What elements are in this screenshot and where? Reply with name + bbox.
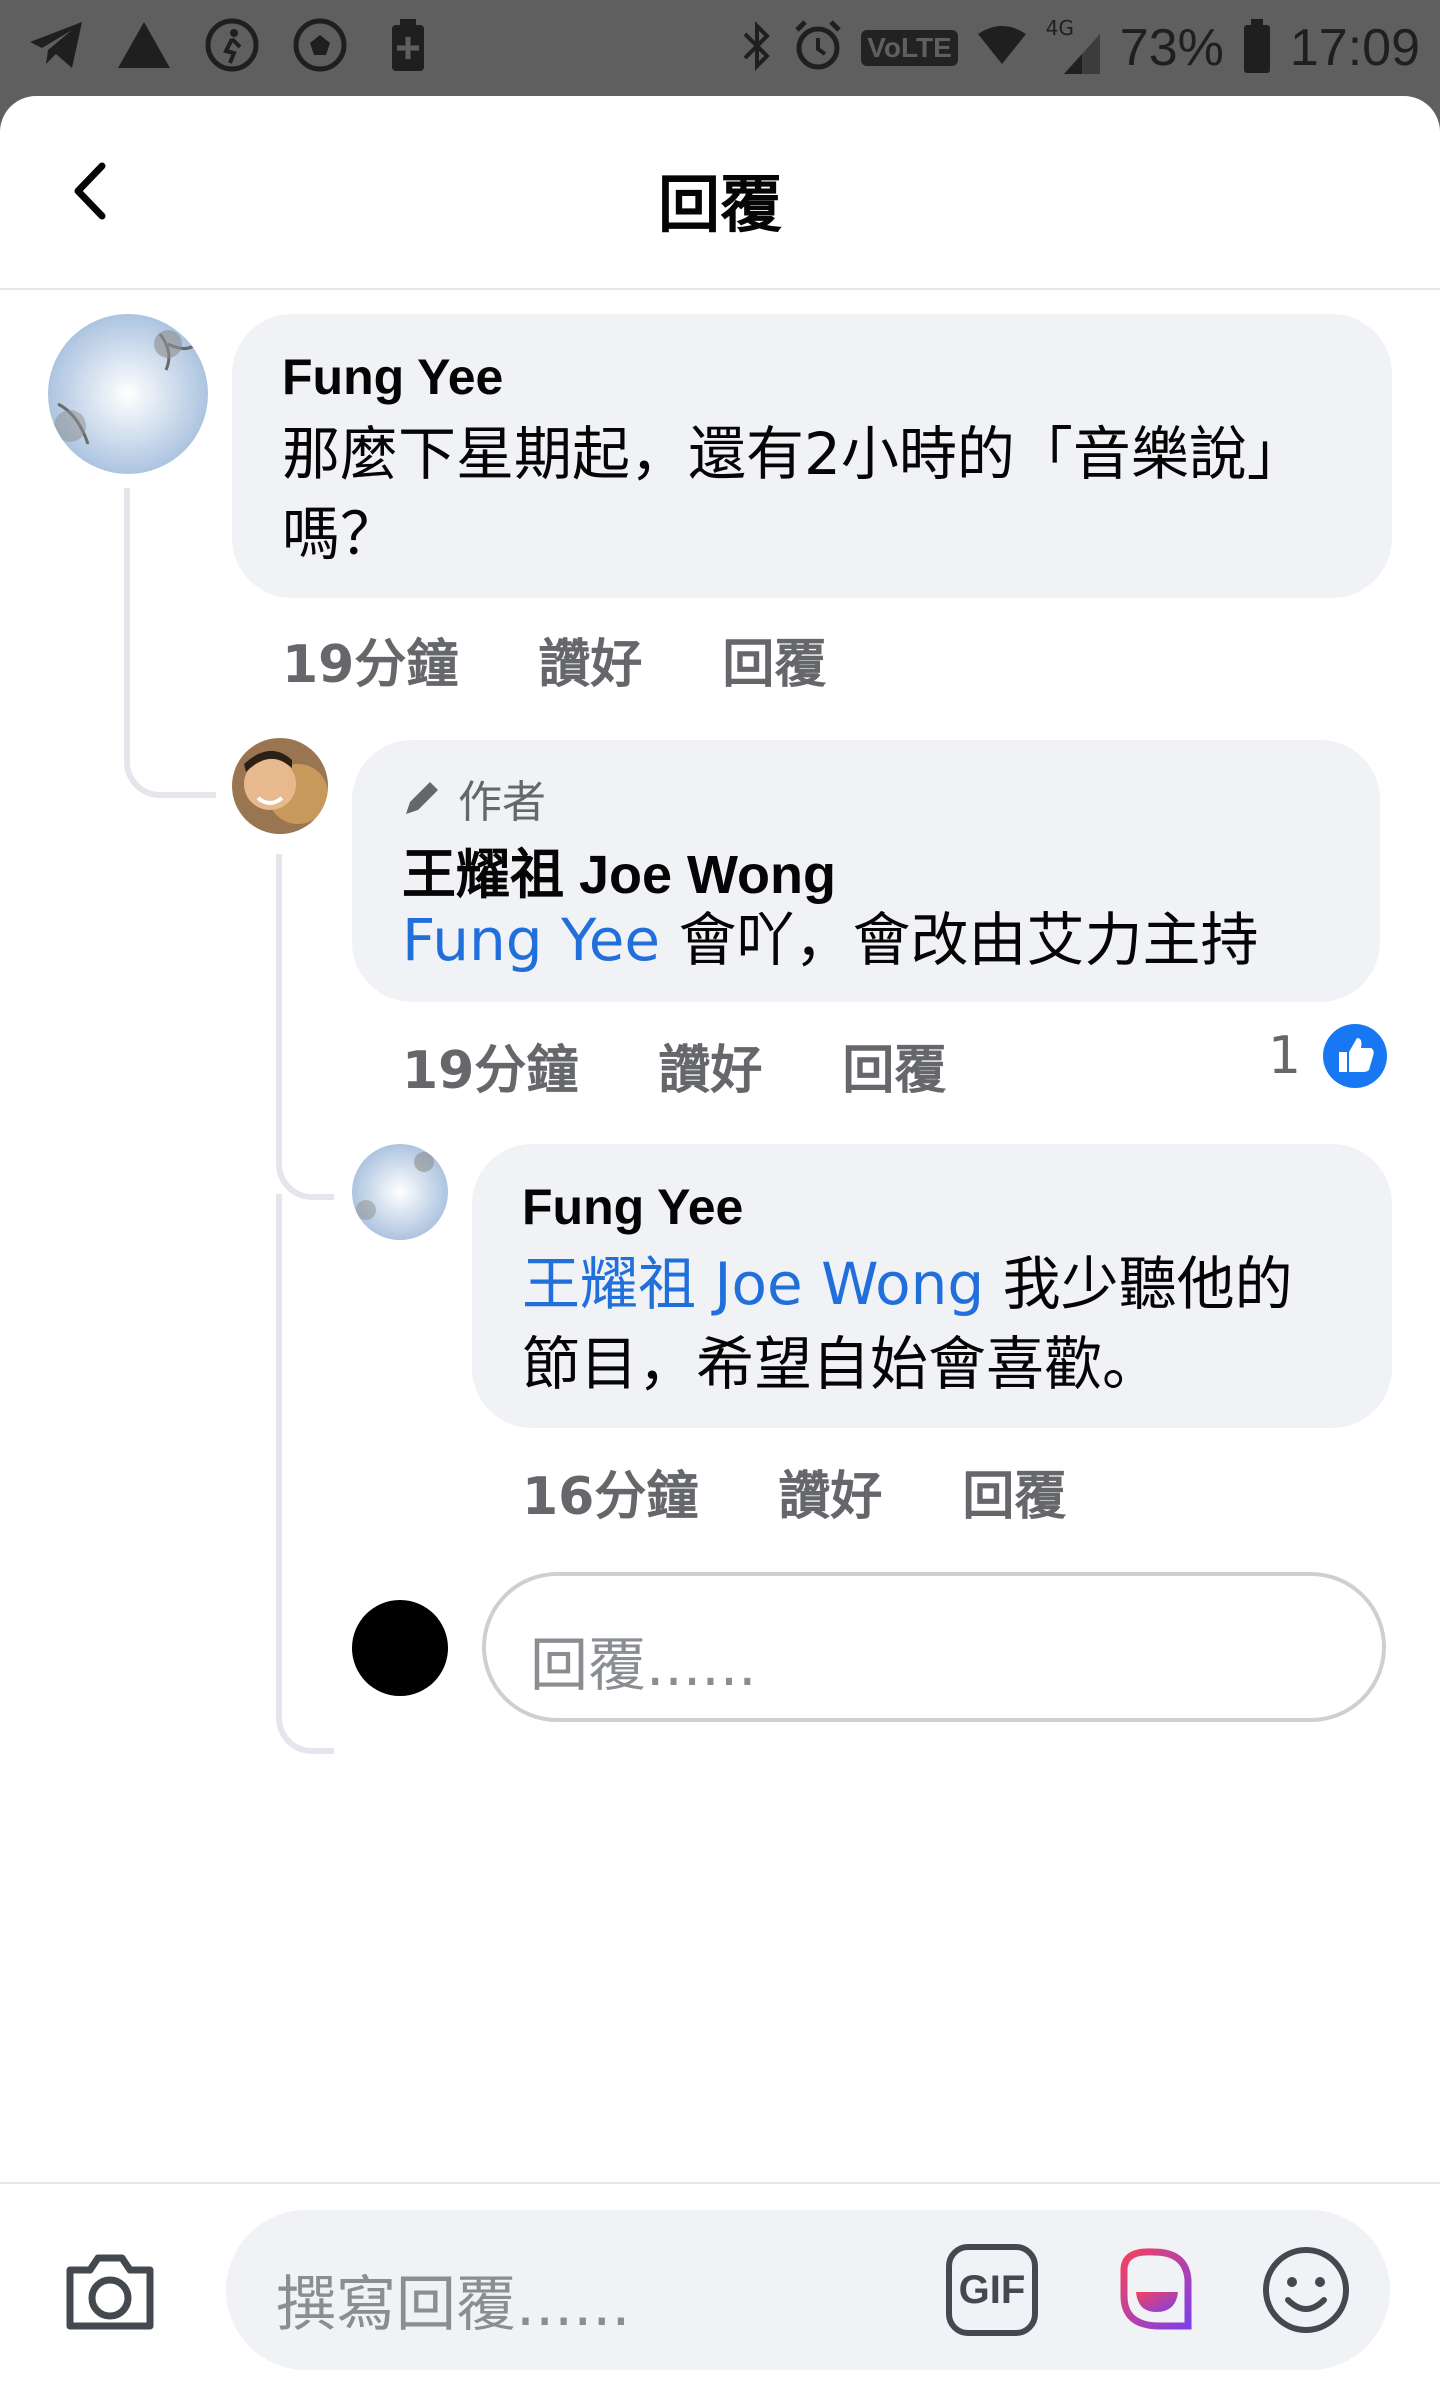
comment-text: Fung Yee 會吖，會改由艾力主持 [402, 900, 1372, 980]
comment-author[interactable]: 王耀祖 Joe Wong [402, 830, 836, 909]
user-avatar [352, 1600, 448, 1696]
avatar[interactable] [232, 738, 328, 834]
gif-label: GIF [958, 2267, 1026, 2312]
comment-time: 16分鐘 [522, 1467, 699, 1527]
comment-meta: 16分鐘 讚好 回覆 [522, 1454, 1066, 1529]
comment-body: 會吖，會改由艾力主持 [660, 906, 1259, 974]
thread-connector [124, 488, 216, 798]
comment-time: 19分鐘 [402, 1041, 579, 1101]
author-badge: 作者 [400, 766, 546, 830]
comment-time: 19分鐘 [282, 635, 459, 695]
avatar-sticker-icon [1120, 2248, 1192, 2330]
reaction-summary[interactable]: 1 [1268, 1022, 1389, 1090]
pedometer-icon [202, 14, 262, 76]
smiley-icon [1263, 2247, 1349, 2333]
mention-link[interactable]: 王耀祖 Joe Wong [522, 1250, 984, 1318]
thread-connector [276, 1194, 334, 1754]
battery-saver-icon [378, 14, 438, 76]
gif-button[interactable]: GIF [946, 2244, 1038, 2336]
like-reaction-icon [1323, 1024, 1388, 1088]
comment-meta: 19分鐘 讚好 回覆 [282, 622, 826, 697]
compose-placeholder: 撰寫回覆...... [276, 2270, 631, 2340]
replies-sheet: 回覆 Fung Yee 那麼下星期起，還有2小時的「音樂說」嗎？ 19分鐘 讚好… [0, 96, 1440, 2394]
football-icon [290, 14, 350, 76]
comment-text: 王耀祖 Joe Wong 我少聽他的節目，希望自始會喜歡。 [522, 1244, 1302, 1404]
mention-link[interactable]: Fung Yee [402, 906, 660, 974]
comment-bubble[interactable]: Fung Yee 王耀祖 Joe Wong 我少聽他的節目，希望自始會喜歡。 [472, 1144, 1392, 1428]
avatar-sticker-button[interactable] [1104, 2240, 1204, 2340]
wifi-icon [976, 26, 1028, 70]
battery-icon [1242, 17, 1272, 79]
battery-percent: 73% [1119, 19, 1224, 77]
camera-icon [66, 2254, 154, 2330]
reply-input[interactable]: 回覆...... [482, 1572, 1386, 1722]
alarm-icon [793, 18, 843, 78]
comment-author[interactable]: Fung Yee [282, 348, 503, 406]
composer-bar: 撰寫回覆...... GIF [0, 2182, 1440, 2394]
status-bar: VoLTE 4G 73% 17:09 [0, 0, 1440, 96]
emoji-button[interactable] [1256, 2240, 1356, 2340]
comment-bubble[interactable]: 作者 王耀祖 Joe Wong Fung Yee 會吖，會改由艾力主持 [352, 740, 1380, 1002]
bluetooth-icon [739, 18, 775, 78]
avatar[interactable] [48, 314, 208, 474]
header: 回覆 [0, 96, 1440, 290]
comment-meta: 19分鐘 讚好 回覆 [402, 1028, 946, 1103]
camera-button[interactable] [60, 2242, 160, 2342]
reply-placeholder: 回覆...... [530, 1631, 757, 1699]
reaction-count: 1 [1268, 1026, 1302, 1086]
pencil-icon [406, 782, 438, 814]
comment-author[interactable]: Fung Yee [522, 1178, 743, 1236]
reply-button[interactable]: 回覆 [842, 1028, 946, 1103]
like-button[interactable]: 讚好 [538, 622, 642, 697]
like-button[interactable]: 讚好 [658, 1028, 762, 1103]
warning-triangle-icon [114, 14, 174, 76]
reply-button[interactable]: 回覆 [722, 622, 826, 697]
author-badge-label: 作者 [458, 777, 546, 828]
thread-connector [276, 854, 334, 1200]
volte-icon: VoLTE [861, 30, 958, 66]
compose-reply-input[interactable]: 撰寫回覆...... GIF [226, 2210, 1390, 2370]
like-button[interactable]: 讚好 [778, 1454, 882, 1529]
signal-icon: 4G [1046, 16, 1102, 76]
comment-bubble[interactable]: Fung Yee 那麼下星期起，還有2小時的「音樂說」嗎？ [232, 314, 1392, 598]
telegram-icon [26, 14, 86, 76]
clock: 17:09 [1289, 19, 1420, 77]
avatar[interactable] [352, 1144, 448, 1240]
comment-text: 那麼下星期起，還有2小時的「音樂說」嗎？ [282, 420, 1305, 568]
page-title: 回覆 [657, 168, 782, 241]
reply-button[interactable]: 回覆 [962, 1454, 1066, 1529]
